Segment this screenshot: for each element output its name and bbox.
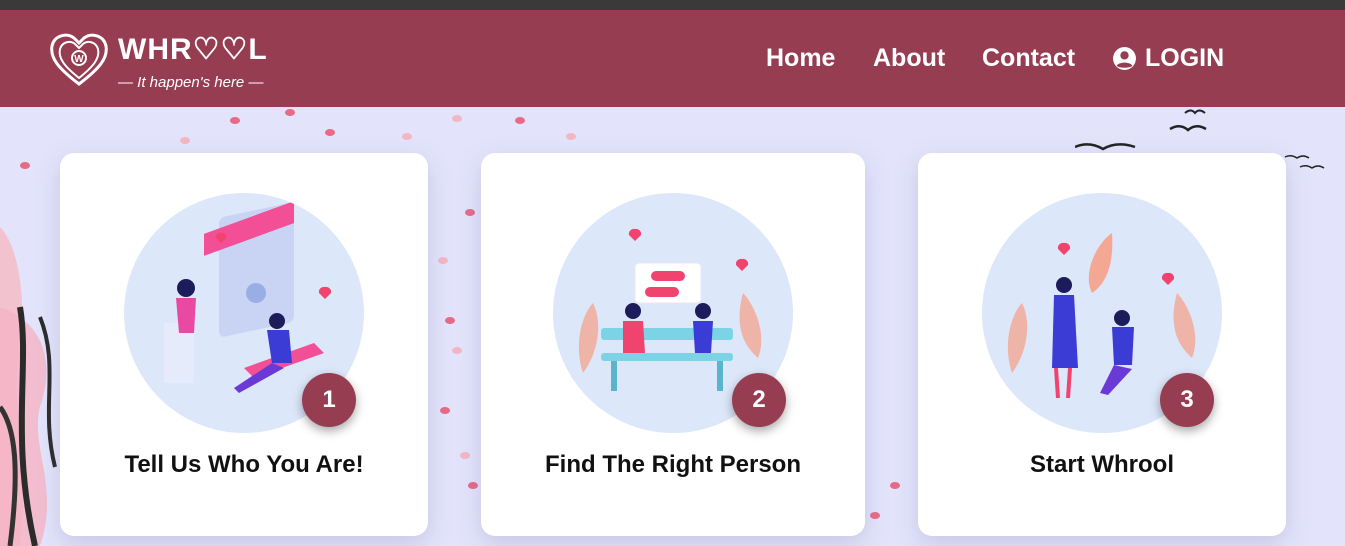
login-label: LOGIN (1145, 44, 1225, 72)
navbar: W WHR♡♡L — It happen's here — Home About… (0, 10, 1345, 107)
brand-tagline: — It happen's here — (118, 74, 264, 91)
brand-name: WHR♡♡L (118, 33, 268, 66)
top-strip (0, 0, 1345, 10)
heart-logo-icon: W (50, 33, 108, 86)
step-title: Find The Right Person (545, 451, 801, 478)
step-number-badge: 3 (1160, 373, 1214, 427)
step-number-badge: 2 (732, 373, 786, 427)
svg-text:W: W (74, 54, 84, 65)
step-card-3[interactable]: 3 Start Whrool (918, 153, 1286, 536)
login-button[interactable]: LOGIN (1112, 44, 1224, 73)
nav-home-link[interactable]: Home (766, 44, 835, 73)
brand-logo[interactable]: W WHR♡♡L — It happen's here — (48, 32, 268, 98)
step-title: Start Whrool (1030, 451, 1174, 478)
user-circle-icon (1113, 47, 1136, 70)
step-title: Tell Us Who You Are! (124, 451, 364, 478)
step-card-1[interactable]: 1 Tell Us Who You Are! (60, 153, 428, 536)
step-card-2[interactable]: 2 Find The Right Person (481, 153, 865, 536)
nav-contact-link[interactable]: Contact (982, 44, 1075, 73)
step-number-badge: 1 (302, 373, 356, 427)
nav-about-link[interactable]: About (873, 44, 945, 73)
